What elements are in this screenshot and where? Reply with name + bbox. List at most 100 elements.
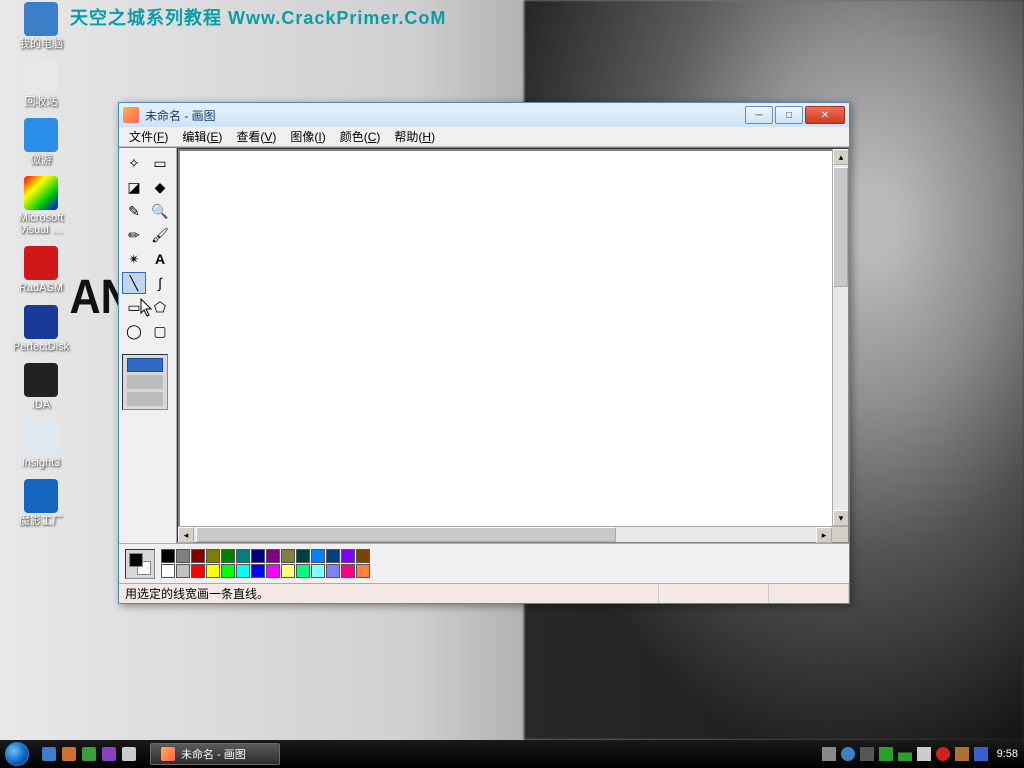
color-swatch[interactable]: [266, 549, 280, 563]
color-swatch[interactable]: [176, 564, 190, 578]
color-swatch[interactable]: [251, 549, 265, 563]
color-swatch[interactable]: [191, 564, 205, 578]
icon-image: [24, 479, 58, 513]
color-swatch[interactable]: [206, 549, 220, 563]
color-swatch[interactable]: [236, 549, 250, 563]
menu-查看[interactable]: 查看(V): [230, 126, 282, 147]
tool-fill[interactable]: ◆: [148, 176, 172, 198]
desktop-icon-我的电脑[interactable]: 我的电脑: [6, 2, 76, 50]
scroll-up-icon[interactable]: ▴: [833, 149, 848, 165]
tool-rect-select[interactable]: ▭: [148, 152, 172, 174]
line-width-3[interactable]: [127, 392, 163, 406]
watermark-text: 天空之城系列教程 Www.CrackPrimer.CoM: [70, 4, 446, 30]
tray-volume-icon[interactable]: [917, 747, 931, 761]
desktop-icon-Insight3[interactable]: Insight3: [6, 421, 76, 469]
menu-帮助[interactable]: 帮助(H): [388, 126, 441, 147]
maximize-button[interactable]: □: [775, 106, 803, 124]
color-swatch[interactable]: [221, 564, 235, 578]
scroll-right-icon[interactable]: ▸: [816, 527, 832, 543]
color-swatch[interactable]: [206, 564, 220, 578]
desktop-icon-IDA[interactable]: IDA: [6, 363, 76, 411]
ql-icon-3[interactable]: [82, 747, 96, 761]
tool-text[interactable]: A: [148, 248, 172, 270]
desktop-icon-RadASM[interactable]: RadASM: [6, 246, 76, 294]
tray-av-icon[interactable]: [955, 747, 969, 761]
tray-help-icon[interactable]: [841, 747, 855, 761]
horizontal-scrollbar[interactable]: ◂ ▸: [178, 526, 848, 542]
menu-文件[interactable]: 文件(F): [123, 126, 174, 147]
taskbar-item-paint[interactable]: 未命名 - 画图: [150, 743, 280, 765]
color-swatch[interactable]: [311, 549, 325, 563]
tray-keyboard-icon[interactable]: [822, 747, 836, 761]
color-swatch[interactable]: [236, 564, 250, 578]
tool-rectangle[interactable]: ▭: [122, 296, 146, 318]
color-swatch[interactable]: [356, 564, 370, 578]
icon-label: IDA: [6, 399, 76, 411]
desktop-icon-魔影工厂[interactable]: 魔影工厂: [6, 479, 76, 527]
tray-shield-icon[interactable]: [936, 747, 950, 761]
ql-icon-1[interactable]: [42, 747, 56, 761]
current-colors[interactable]: [125, 549, 155, 579]
menu-编辑[interactable]: 编辑(E): [176, 126, 228, 147]
desktop-icon-回收站[interactable]: 回收站: [6, 60, 76, 108]
tool-pencil[interactable]: ✏: [122, 224, 146, 246]
tray-signal-icon[interactable]: [898, 747, 912, 761]
ql-icon-4[interactable]: [102, 747, 116, 761]
color-swatch[interactable]: [281, 549, 295, 563]
tool-free-select[interactable]: ✧: [122, 152, 146, 174]
color-swatch[interactable]: [281, 564, 295, 578]
start-button[interactable]: [0, 740, 34, 768]
ql-icon-2[interactable]: [62, 747, 76, 761]
desktop-icon-Microsoft Visual …[interactable]: Microsoft Visual …: [6, 176, 76, 236]
close-button[interactable]: ✕: [805, 106, 845, 124]
line-width-1[interactable]: [127, 358, 163, 372]
color-swatch[interactable]: [341, 549, 355, 563]
icon-image: [24, 363, 58, 397]
color-swatch[interactable]: [326, 564, 340, 578]
tool-magnifier[interactable]: 🔍: [148, 200, 172, 222]
tool-airbrush[interactable]: ✴: [122, 248, 146, 270]
color-swatch[interactable]: [251, 564, 265, 578]
hscroll-thumb[interactable]: [196, 527, 616, 542]
tool-curve[interactable]: ∫: [148, 272, 172, 294]
tool-polygon[interactable]: ⬠: [148, 296, 172, 318]
foreground-color[interactable]: [129, 553, 143, 567]
tray-app-icon[interactable]: [974, 747, 988, 761]
color-swatch[interactable]: [191, 549, 205, 563]
taskbar-clock[interactable]: 9:58: [997, 748, 1018, 760]
scroll-left-icon[interactable]: ◂: [178, 527, 194, 543]
tool-eraser[interactable]: ◪: [122, 176, 146, 198]
color-swatch[interactable]: [161, 564, 175, 578]
color-swatch[interactable]: [221, 549, 235, 563]
desktop-icon-傲游[interactable]: 傲游: [6, 118, 76, 166]
line-width-2[interactable]: [127, 375, 163, 389]
ql-show-desktop[interactable]: [122, 747, 136, 761]
color-swatch[interactable]: [266, 564, 280, 578]
color-swatch[interactable]: [176, 549, 190, 563]
tray-network-icon[interactable]: [879, 747, 893, 761]
tool-rounded-rect[interactable]: ▢: [148, 320, 172, 342]
menu-图像[interactable]: 图像(I): [284, 126, 331, 147]
vertical-scrollbar[interactable]: ▴ ▾: [832, 149, 848, 526]
minimize-button[interactable]: ─: [745, 106, 773, 124]
tool-ellipse[interactable]: ◯: [122, 320, 146, 342]
desktop-icon-PerfectDisk[interactable]: PerfectDisk: [6, 305, 76, 353]
drawing-canvas[interactable]: [180, 151, 832, 526]
color-swatch[interactable]: [161, 549, 175, 563]
color-swatch[interactable]: [296, 549, 310, 563]
vscroll-thumb[interactable]: [833, 167, 848, 287]
color-swatch[interactable]: [326, 549, 340, 563]
color-swatch[interactable]: [356, 549, 370, 563]
titlebar[interactable]: 未命名 - 画图 ─ □ ✕: [119, 103, 849, 127]
tray-arrow-icon[interactable]: [860, 747, 874, 761]
menu-颜色[interactable]: 颜色(C): [334, 126, 387, 147]
icon-image: [24, 421, 58, 455]
color-swatch[interactable]: [311, 564, 325, 578]
tool-brush[interactable]: 🖌: [148, 224, 172, 246]
color-swatch[interactable]: [341, 564, 355, 578]
scroll-down-icon[interactable]: ▾: [833, 510, 848, 526]
tool-picker[interactable]: ✎: [122, 200, 146, 222]
color-swatch[interactable]: [296, 564, 310, 578]
status-text: 用选定的线宽画一条直线。: [119, 584, 659, 603]
tool-line[interactable]: ╲: [122, 272, 146, 294]
